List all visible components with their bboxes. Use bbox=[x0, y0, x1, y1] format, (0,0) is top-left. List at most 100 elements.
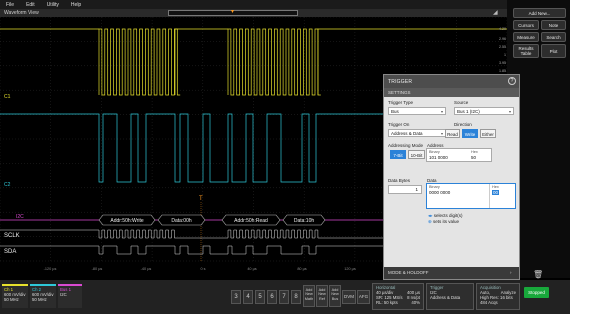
help-icon[interactable]: ? bbox=[508, 77, 516, 85]
data-hex-value: 00 bbox=[492, 190, 500, 195]
scale-label: 2.55 bbox=[499, 45, 506, 49]
address-hex-label: Hex bbox=[471, 150, 478, 154]
results-table-button[interactable]: Results Table bbox=[513, 44, 539, 58]
sclk-label: SCLK bbox=[4, 233, 20, 239]
data-hex-label: Hex bbox=[492, 185, 499, 189]
trigger-type-value: Bus bbox=[391, 109, 399, 114]
trigger-marker: T bbox=[199, 196, 203, 202]
cursors-button[interactable]: Cursors bbox=[513, 20, 539, 30]
time-label: -40 µs bbox=[141, 267, 152, 271]
scale-label: 1 bbox=[504, 53, 506, 57]
scale-label: 1.85 bbox=[499, 69, 506, 73]
address-hex-value: 50 bbox=[471, 155, 477, 160]
ch2-bandwidth: 50 MHz bbox=[32, 297, 47, 302]
record-overview[interactable]: ▾ bbox=[168, 9, 298, 16]
data-hex-section[interactable]: Hex 00 bbox=[489, 184, 515, 208]
source-value: Bus 1 (I2C) bbox=[457, 109, 480, 114]
add-new-math-button[interactable]: Add New Math bbox=[303, 285, 315, 307]
trigger-panel-condition: Address & Data bbox=[430, 295, 461, 300]
ch1-marker: C1 bbox=[4, 94, 11, 100]
bus1-type: I2C bbox=[60, 292, 67, 297]
horizontal-position: 40% bbox=[411, 300, 420, 305]
sda-label: SDA bbox=[4, 249, 16, 255]
menu-utility[interactable]: Utility bbox=[47, 2, 59, 8]
settings-bar: Ch 1 600 mV/div 50 MHz Ch 2 600 mV/div 5… bbox=[0, 280, 570, 314]
set-value-hint: ⊕ sets its value bbox=[428, 219, 460, 224]
trash-icon[interactable]: 🗑 bbox=[533, 270, 543, 280]
trigger-dialog-header[interactable]: TRIGGER ? bbox=[384, 75, 519, 88]
add-new-bus-button[interactable]: Add New Bus bbox=[329, 285, 341, 307]
address-field[interactable]: Binary 101 0000 Hex 50 bbox=[426, 148, 492, 162]
acquisition-panel[interactable]: Acquisition Auto, Analyze High Res: 16 bi… bbox=[476, 283, 520, 310]
trigger-on-value: Address & Data bbox=[391, 131, 423, 136]
data-bytes-value: 1 bbox=[415, 187, 418, 192]
channel-3-button[interactable]: 3 bbox=[231, 290, 241, 304]
trigger-type-dropdown[interactable]: Bus ▾ bbox=[388, 107, 446, 115]
add-new-button[interactable]: Add New... bbox=[513, 8, 566, 18]
direction-write[interactable]: Write bbox=[462, 129, 478, 138]
time-label: 0 s bbox=[200, 267, 205, 271]
settings-section-header[interactable]: SETTINGS bbox=[384, 88, 519, 97]
time-label: -80 µs bbox=[92, 267, 103, 271]
ch1-bandwidth: 50 MHz bbox=[4, 297, 19, 302]
direction-label: Direction bbox=[454, 122, 472, 127]
channel-7-button[interactable]: 7 bbox=[279, 290, 289, 304]
menu-help[interactable]: Help bbox=[71, 2, 81, 8]
channel-5-button[interactable]: 5 bbox=[255, 290, 265, 304]
menu-file[interactable]: File bbox=[6, 2, 14, 8]
source-label: Source bbox=[454, 100, 469, 105]
add-new-ref-button[interactable]: Add New Ref bbox=[316, 285, 328, 307]
addressing-mode-label: Addressing Mode bbox=[388, 143, 424, 148]
channel-6-button[interactable]: 6 bbox=[267, 290, 277, 304]
bus-decode-text: Addr:50h:Read bbox=[234, 218, 268, 224]
scale-label: 2.96 bbox=[499, 37, 506, 41]
bus-label: I2C bbox=[16, 214, 24, 220]
scale-label: 3.95 bbox=[499, 61, 506, 65]
dvm-button[interactable]: DVM bbox=[342, 290, 356, 304]
chevron-down-icon: ▾ bbox=[508, 109, 511, 114]
afg-button[interactable]: AFG bbox=[357, 290, 370, 304]
mode-holdoff-section[interactable]: MODE & HOLDOFF › bbox=[384, 267, 519, 279]
ch1-burst-1 bbox=[98, 28, 181, 96]
ref-label: Ref bbox=[319, 296, 325, 301]
scale-label: 4.20 bbox=[499, 27, 506, 31]
bus-label: Bus bbox=[331, 296, 339, 301]
channel-8-button[interactable]: 8 bbox=[291, 290, 301, 304]
chevron-down-icon: ▾ bbox=[440, 131, 443, 136]
source-dropdown[interactable]: Bus 1 (I2C) ▾ bbox=[454, 107, 514, 115]
chevron-down-icon: ▾ bbox=[440, 109, 443, 114]
data-bytes-label: Data Bytes bbox=[388, 178, 411, 183]
address-binary-label: Binary bbox=[429, 150, 440, 154]
addressing-7bit[interactable]: 7-Bit bbox=[390, 150, 406, 159]
bus-decode-text: Data:10h bbox=[294, 218, 315, 224]
settings-label: SETTINGS bbox=[388, 90, 411, 95]
trigger-dialog: TRIGGER ? SETTINGS Trigger Type Bus ▾ So… bbox=[383, 74, 520, 280]
addressing-10bit[interactable]: 10-Bit bbox=[408, 150, 425, 159]
data-bytes-field[interactable]: 1 bbox=[388, 185, 422, 194]
time-label: 40 µs bbox=[247, 267, 256, 271]
trigger-panel[interactable]: Trigger I2C Address & Data bbox=[426, 283, 474, 310]
menu-bar: File Edit Utility Help bbox=[0, 0, 570, 9]
data-field[interactable]: Binary 0000 0000 Hex 00 bbox=[426, 183, 516, 209]
menu-edit[interactable]: Edit bbox=[26, 2, 35, 8]
direction-read[interactable]: Read bbox=[445, 129, 460, 138]
math-label: Math bbox=[304, 296, 314, 301]
select-digit-text: selects digit(s) bbox=[433, 213, 463, 218]
ch2-badge[interactable]: Ch 2 600 mV/div 50 MHz bbox=[30, 284, 56, 308]
note-button[interactable]: Note bbox=[541, 20, 566, 30]
maximize-icon[interactable]: ◢ bbox=[493, 9, 498, 16]
address-binary-value: 101 0000 bbox=[429, 155, 448, 160]
time-label: 80 µs bbox=[297, 267, 306, 271]
ch2-marker: C2 bbox=[4, 182, 11, 188]
search-button[interactable]: Search bbox=[541, 32, 566, 42]
horizontal-panel[interactable]: Horizontal 40 µs/div 400 µs SR: 125 MS/s 8… bbox=[372, 283, 424, 310]
trigger-position-icon: ▾ bbox=[231, 9, 235, 15]
run-stop-button[interactable]: Stopped bbox=[524, 287, 549, 298]
plot-button[interactable]: Plot bbox=[541, 44, 566, 58]
trigger-on-dropdown[interactable]: Address & Data ▾ bbox=[388, 129, 446, 137]
direction-either[interactable]: Either bbox=[480, 129, 496, 138]
channel-4-button[interactable]: 4 bbox=[243, 290, 253, 304]
measure-button[interactable]: Measure bbox=[513, 32, 539, 42]
bus1-badge[interactable]: Bus 1 I2C bbox=[58, 284, 82, 308]
ch1-badge[interactable]: Ch 1 600 mV/div 50 MHz bbox=[2, 284, 28, 308]
